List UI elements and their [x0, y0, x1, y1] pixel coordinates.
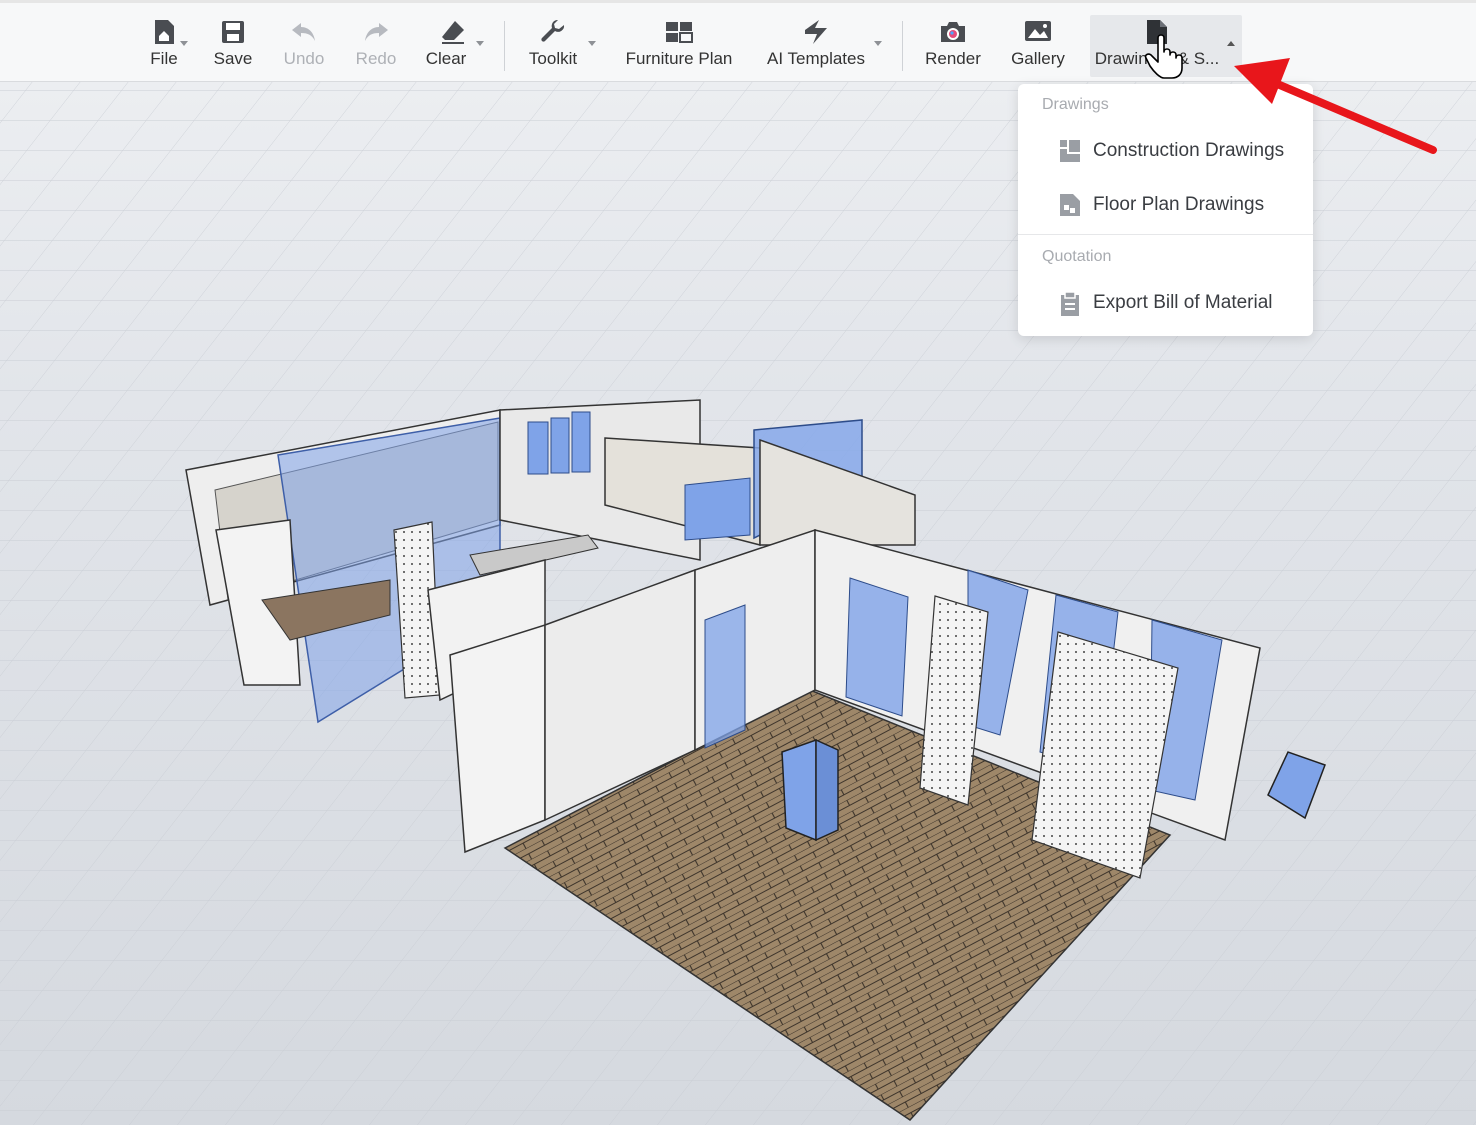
file-button[interactable]: File [136, 15, 192, 75]
cabinet-side [815, 738, 839, 842]
menu-divider [1018, 234, 1313, 235]
document-icon [1143, 18, 1171, 46]
toolkit-button[interactable]: Toolkit [522, 15, 598, 75]
ai-templates-caret-icon[interactable] [874, 41, 882, 46]
gallery-icon [1024, 18, 1052, 46]
main-toolbar: File Save Undo Redo Clear Toolkit Furnit… [0, 0, 1476, 82]
clear-label: Clear [425, 49, 467, 68]
furniture-plan-button[interactable]: Furniture Plan [620, 15, 738, 75]
floor-plan-drawings-item[interactable]: Floor Plan Drawings [1018, 183, 1313, 227]
redo-icon [362, 18, 390, 46]
eraser-icon [439, 18, 467, 46]
bill-of-material-icon [1059, 291, 1081, 316]
cabinet-blue-2 [550, 417, 570, 474]
floor-plan-icon [1059, 193, 1081, 217]
cabinet-blue-3 [571, 411, 591, 473]
toolkit-label: Toolkit [528, 49, 578, 68]
redo-button[interactable]: Redo [350, 15, 402, 75]
drawings-dropdown-menu: Drawings Construction Drawings Floor Pla… [1018, 84, 1313, 336]
gallery-button[interactable]: Gallery [1004, 15, 1072, 75]
ai-templates-button[interactable]: AI Templates [760, 15, 888, 75]
wrench-icon [539, 18, 567, 46]
drawings-label: Drawin & S... [1095, 49, 1219, 69]
undo-button[interactable]: Undo [278, 15, 330, 75]
file-label: File [150, 49, 178, 68]
render-button[interactable]: Render [920, 15, 986, 75]
construction-drawing-icon [1059, 139, 1081, 163]
drawings-caret-icon[interactable] [1227, 41, 1235, 46]
save-label: Save [213, 49, 253, 68]
home-file-icon [150, 18, 178, 46]
drawings-label-end: & S... [1177, 49, 1220, 68]
export-bill-of-material-item[interactable]: Export Bill of Material [1018, 281, 1313, 325]
toolbar-divider [902, 21, 903, 71]
blue-box [684, 477, 751, 541]
clear-button[interactable]: Clear [420, 15, 486, 75]
undo-label: Undo [283, 49, 325, 68]
door-glass [704, 604, 746, 749]
drawings-button[interactable]: Drawin & S... [1090, 15, 1242, 77]
render-label: Render [925, 49, 981, 68]
drawings-label-start: Drawin [1094, 49, 1148, 68]
section-title-drawings: Drawings [1042, 96, 1109, 113]
clear-caret-icon[interactable] [476, 41, 484, 46]
cabinet-front [781, 738, 817, 842]
front-wall-1 [449, 623, 546, 854]
file-caret-icon[interactable] [180, 41, 188, 46]
toolkit-caret-icon[interactable] [588, 41, 596, 46]
window-1 [845, 577, 909, 717]
camera-icon [939, 18, 967, 46]
redo-label: Redo [355, 49, 397, 68]
construction-drawings-item[interactable]: Construction Drawings [1018, 129, 1313, 173]
export-bill-of-material-label: Export Bill of Material [1093, 292, 1273, 313]
floor-plan-drawings-label: Floor Plan Drawings [1093, 194, 1265, 215]
save-button[interactable]: Save [210, 15, 256, 75]
furniture-plan-label: Furniture Plan [625, 49, 733, 68]
save-icon [219, 18, 247, 46]
ai-templates-icon [802, 18, 830, 46]
undo-icon [290, 18, 318, 46]
furniture-plan-icon [665, 18, 693, 46]
toolbar-divider [504, 21, 505, 71]
section-title-quotation: Quotation [1042, 248, 1112, 265]
ai-templates-label: AI Templates [767, 49, 865, 68]
cabinet-blue-1 [527, 421, 549, 475]
gallery-label: Gallery [1011, 49, 1065, 68]
construction-drawings-label: Construction Drawings [1093, 140, 1285, 161]
